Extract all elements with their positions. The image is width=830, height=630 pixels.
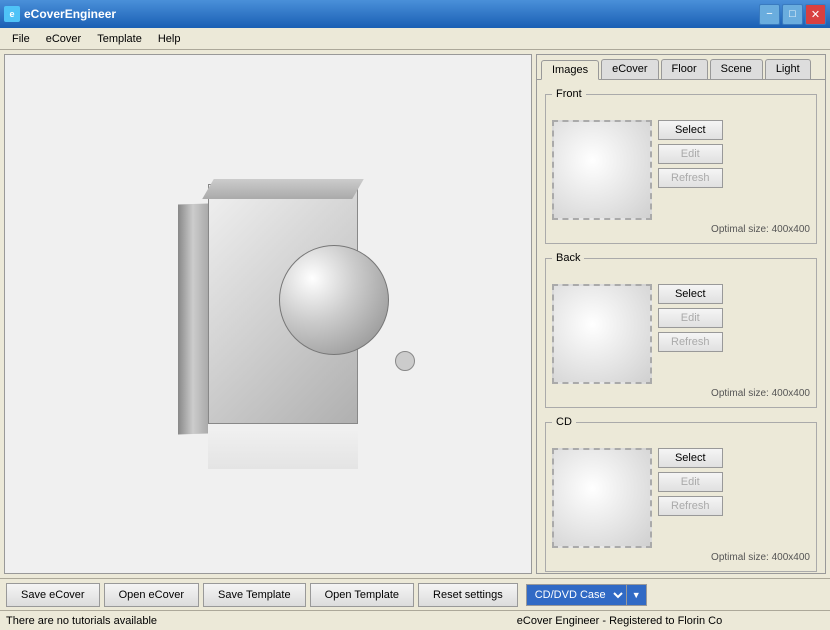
tab-ecover[interactable]: eCover xyxy=(601,59,658,79)
back-label: Back xyxy=(552,252,584,264)
ecover-type-select[interactable]: CD/DVD Case xyxy=(526,584,627,606)
tab-images[interactable]: Images xyxy=(541,60,599,80)
menu-help[interactable]: Help xyxy=(150,31,189,47)
window-controls: − □ ✕ xyxy=(759,4,826,25)
maximize-button[interactable]: □ xyxy=(782,4,803,25)
tab-scene[interactable]: Scene xyxy=(710,59,763,79)
menu-ecover[interactable]: eCover xyxy=(38,31,89,47)
back-edit-button[interactable]: Edit xyxy=(658,308,723,328)
back-buttons: Select Edit Refresh xyxy=(658,284,723,352)
status-left: There are no tutorials available xyxy=(6,615,415,627)
close-button[interactable]: ✕ xyxy=(805,4,826,25)
menu-template[interactable]: Template xyxy=(89,31,150,47)
tab-light[interactable]: Light xyxy=(765,59,811,79)
front-optimal-size: Optimal size: 400x400 xyxy=(552,224,810,235)
preview-panel xyxy=(4,54,532,574)
reset-settings-button[interactable]: Reset settings xyxy=(418,583,518,607)
cd-select-button[interactable]: Select xyxy=(658,448,723,468)
front-image-preview xyxy=(552,120,652,220)
minimize-button[interactable]: − xyxy=(759,4,780,25)
save-template-button[interactable]: Save Template xyxy=(203,583,306,607)
back-refresh-button[interactable]: Refresh xyxy=(658,332,723,352)
cd-section: CD Select Edit Refresh Optimal size: 400… xyxy=(545,416,817,572)
cd-optimal-size: Optimal size: 400x400 xyxy=(552,552,810,563)
main-area: Images eCover Floor Scene Light Front Se… xyxy=(0,50,830,578)
back-row: Select Edit Refresh xyxy=(552,284,810,384)
case-front xyxy=(208,184,358,424)
cd-image-preview xyxy=(552,448,652,548)
case-reflection xyxy=(208,429,358,469)
back-optimal-size: Optimal size: 400x400 xyxy=(552,388,810,399)
save-ecover-button[interactable]: Save eCover xyxy=(6,583,100,607)
back-section: Back Select Edit Refresh Optimal size: 4… xyxy=(545,252,817,408)
tab-images-content: Front Select Edit Refresh Optimal size: … xyxy=(537,80,825,573)
front-section: Front Select Edit Refresh Optimal size: … xyxy=(545,88,817,244)
menu-bar: File eCover Template Help xyxy=(0,28,830,50)
menu-file[interactable]: File xyxy=(4,31,38,47)
app-icon: e xyxy=(4,6,20,22)
front-label: Front xyxy=(552,88,586,100)
cd-label: CD xyxy=(552,416,576,428)
front-row: Select Edit Refresh xyxy=(552,120,810,220)
front-select-button[interactable]: Select xyxy=(658,120,723,140)
case-top xyxy=(202,179,364,199)
tab-bar: Images eCover Floor Scene Light xyxy=(537,55,825,80)
app-title: eCoverEngineer xyxy=(24,7,759,21)
bottom-toolbar: Save eCover Open eCover Save Template Op… xyxy=(0,578,830,610)
cd-case-art xyxy=(158,174,378,454)
cd-hole xyxy=(395,351,415,371)
right-panel: Images eCover Floor Scene Light Front Se… xyxy=(536,54,826,574)
cd-disc xyxy=(279,245,389,355)
case-spine xyxy=(178,203,208,434)
back-image-preview xyxy=(552,284,652,384)
cd-buttons: Select Edit Refresh xyxy=(658,448,723,516)
back-select-button[interactable]: Select xyxy=(658,284,723,304)
dropdown-arrow-icon[interactable]: ▼ xyxy=(627,584,647,606)
open-template-button[interactable]: Open Template xyxy=(310,583,414,607)
front-buttons: Select Edit Refresh xyxy=(658,120,723,188)
cd-refresh-button[interactable]: Refresh xyxy=(658,496,723,516)
cd-edit-button[interactable]: Edit xyxy=(658,472,723,492)
tab-floor[interactable]: Floor xyxy=(661,59,708,79)
status-bar: There are no tutorials available eCover … xyxy=(0,610,830,630)
front-refresh-button[interactable]: Refresh xyxy=(658,168,723,188)
title-bar: e eCoverEngineer − □ ✕ xyxy=(0,0,830,28)
front-edit-button[interactable]: Edit xyxy=(658,144,723,164)
ecover-type-dropdown-container: CD/DVD Case ▼ xyxy=(526,584,647,606)
status-center: eCover Engineer - Registered to Florin C… xyxy=(415,615,824,627)
open-ecover-button[interactable]: Open eCover xyxy=(104,583,199,607)
cd-row: Select Edit Refresh xyxy=(552,448,810,548)
